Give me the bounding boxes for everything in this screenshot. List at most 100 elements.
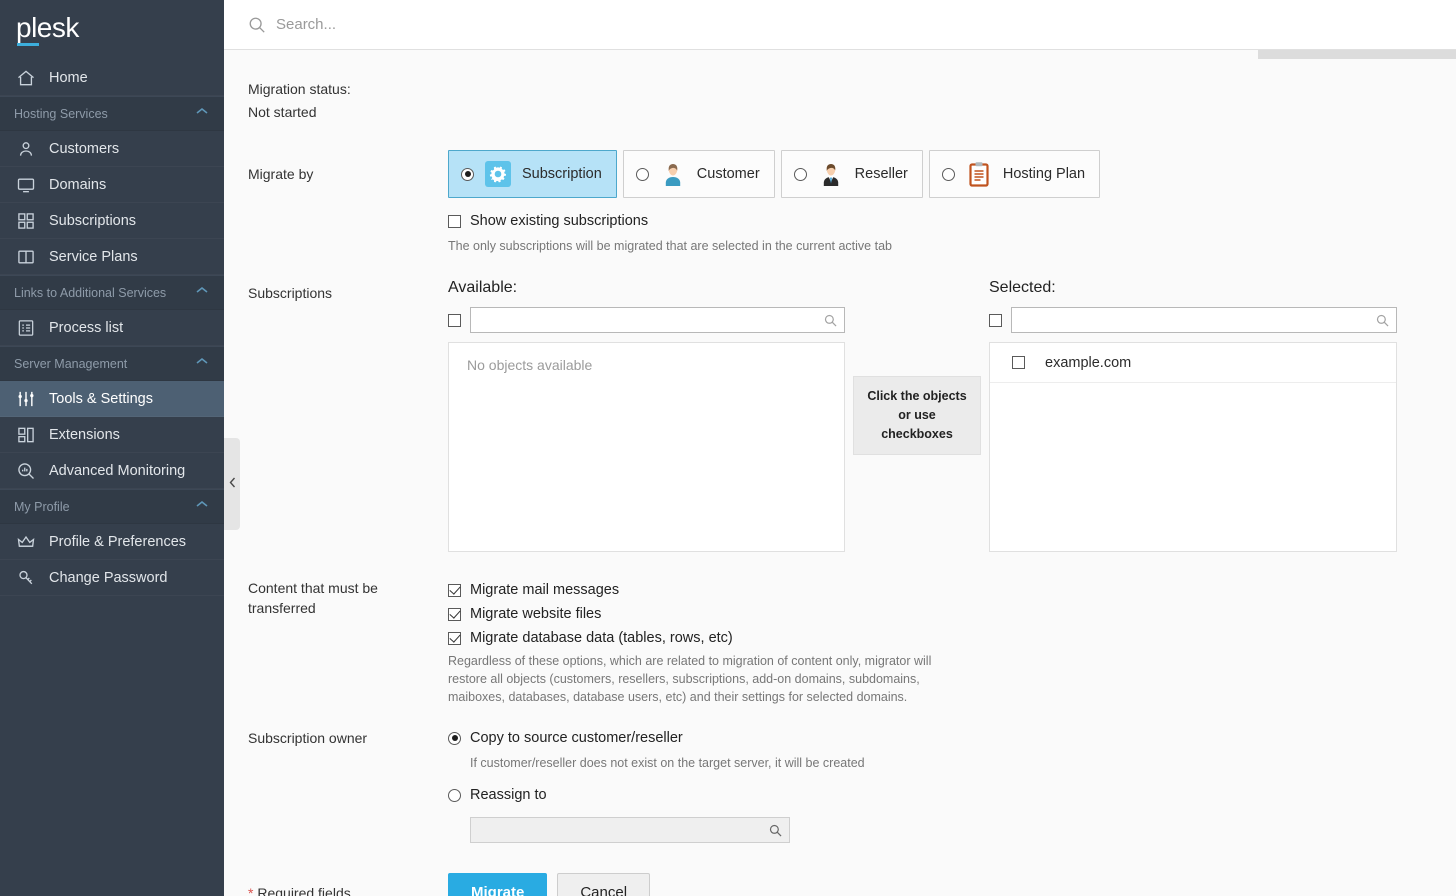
magnifier-icon[interactable] [769,824,782,837]
form-footer-buttons: Migrate Cancel [448,873,1456,896]
available-search-row [448,307,845,333]
sidebar-group-label: My Profile [14,499,70,514]
migrate-by-tabs: Subscription Customer Reseller Hosting P… [448,150,1456,198]
option-migrate-mail[interactable]: Migrate mail messages [448,578,1456,602]
option-migrate-database[interactable]: Migrate database data (tables, rows, etc… [448,626,1456,650]
subscriptions-row: Subscriptions Available: No objects avai… [224,279,1456,552]
sidebar-item-label: Extensions [49,426,120,443]
sidebar-item-profile-and-preferences[interactable]: Profile & Preferences [0,524,224,560]
required-star: * [248,885,254,896]
content-transfer-body: Migrate mail messages Migrate website fi… [448,578,1456,706]
migrate-button[interactable]: Migrate [448,873,548,896]
required-fields-text: * Required fields [248,885,351,896]
sidebar-item-change-password[interactable]: Change Password [0,560,224,596]
sidebar-item-home[interactable]: Home [0,60,224,96]
form-footer-row: * Required fields Migrate Cancel [224,873,1456,896]
list-item[interactable]: example.com [990,343,1396,383]
selected-select-all-checkbox[interactable] [989,313,1002,327]
sidebar-item-label: Domains [49,176,107,193]
sliders-icon [16,389,36,409]
tab-hosting-plan-label: Hosting Plan [1002,166,1086,182]
sidebar-item-service-plans[interactable]: Service Plans [0,239,224,275]
clipboard-icon [965,160,993,188]
option-migrate-database-checkbox[interactable] [448,631,461,645]
sidebar-item-label: Advanced Monitoring [49,462,186,479]
subscriptions-body: Available: No objects available Click th… [448,279,1456,552]
sidebar-item-advanced-monitoring[interactable]: Advanced Monitoring [0,453,224,489]
show-existing-subscriptions-checkbox[interactable] [448,214,461,228]
sidebar-item-subscriptions[interactable]: Subscriptions [0,203,224,239]
gear-icon [484,160,512,188]
available-empty-text: No objects available [467,357,593,373]
tab-reseller-radio[interactable] [793,167,807,181]
available-listbox[interactable]: No objects available [448,342,845,552]
tab-reseller[interactable]: Reseller [780,150,923,198]
option-migrate-mail-checkbox[interactable] [448,583,461,597]
cancel-button[interactable]: Cancel [557,873,651,896]
show-existing-subscriptions-label: Show existing subscriptions [470,213,649,229]
magnifier-icon[interactable] [1376,314,1389,327]
sidebar-item-extensions[interactable]: Extensions [0,417,224,453]
sidebar-item-domains[interactable]: Domains [0,167,224,203]
available-select-all-checkbox[interactable] [448,313,461,327]
subscription-owner-body: Copy to source customer/reseller If cust… [448,726,1456,843]
sidebar-group-my-profile[interactable]: My Profile [0,489,224,524]
sidebar-group-links-to-additional-services[interactable]: Links to Additional Services [0,275,224,310]
book-icon [16,247,36,267]
magnifier-icon[interactable] [824,314,837,327]
selected-search-input[interactable] [1020,312,1376,328]
tab-customer[interactable]: Customer [622,150,775,198]
migration-status-value: Not started [248,104,317,120]
migrate-by-hint: The only subscriptions will be migrated … [448,239,892,253]
available-pane: Available: No objects available [448,279,845,552]
list-item-checkbox[interactable] [1012,356,1025,369]
sidebar-group-hosting-services[interactable]: Hosting Services [0,96,224,131]
search-input[interactable] [276,16,696,33]
tab-subscription[interactable]: Subscription [448,150,617,198]
subscription-owner-label: Subscription owner [248,730,368,746]
grid-icon [16,211,36,231]
sidebar-group-server-management[interactable]: Server Management [0,346,224,381]
tab-subscription-radio[interactable] [461,167,474,181]
owner-option-reassign[interactable]: Reassign to [448,783,1456,807]
option-migrate-website-files-label: Migrate website files [470,606,602,622]
key-icon [16,568,36,588]
horizontal-scrollbar[interactable] [1258,50,1456,59]
sidebar-item-process-list[interactable]: Process list [0,310,224,346]
chevron-up-icon [196,357,208,368]
sidebar-item-label: Tools & Settings [49,390,153,407]
owner-option-copy[interactable]: Copy to source customer/reseller [448,726,1456,750]
plesk-logo[interactable]: plesk [0,0,224,60]
owner-option-copy-label: Copy to source customer/reseller [470,730,683,746]
reassign-to-input[interactable] [479,822,769,838]
tab-hosting-plan-radio[interactable] [941,167,955,181]
dual-list-hint-line2: or use [898,408,936,422]
option-migrate-website-files-checkbox[interactable] [448,607,461,621]
available-search-input[interactable] [479,312,824,328]
content-transfer-note: Regardless of these options, which are r… [448,654,932,704]
selected-searchbox[interactable] [1011,307,1397,333]
sidebar-item-customers[interactable]: Customers [0,131,224,167]
selected-search-row [989,307,1397,333]
available-searchbox[interactable] [470,307,845,333]
chevron-up-icon [196,286,208,297]
selected-listbox[interactable]: example.com [989,342,1397,552]
sidebar-item-tools-and-settings[interactable]: Tools & Settings [0,381,224,417]
option-migrate-database-label: Migrate database data (tables, rows, etc… [470,630,733,646]
show-existing-subscriptions-row[interactable]: Show existing subscriptions [448,210,1456,232]
owner-option-copy-radio[interactable] [448,731,461,745]
owner-option-reassign-radio[interactable] [448,788,461,802]
chevron-left-icon [229,477,236,491]
tab-customer-label: Customer [696,166,760,182]
plesk-logo-text: plesk [16,14,79,46]
list-icon [16,318,36,338]
dual-list: Available: No objects available Click th… [448,279,1456,552]
migrate-by-row: Migrate by Subscription Customer Reselle… [224,150,1456,255]
sidebar-collapse-handle[interactable] [224,438,240,530]
tab-customer-radio[interactable] [635,167,649,181]
option-migrate-website-files[interactable]: Migrate website files [448,602,1456,626]
sidebar-item-label: Customers [49,140,120,157]
top-search-bar [224,0,1456,50]
reassign-to-searchbox[interactable] [470,817,790,843]
tab-hosting-plan[interactable]: Hosting Plan [928,150,1101,198]
